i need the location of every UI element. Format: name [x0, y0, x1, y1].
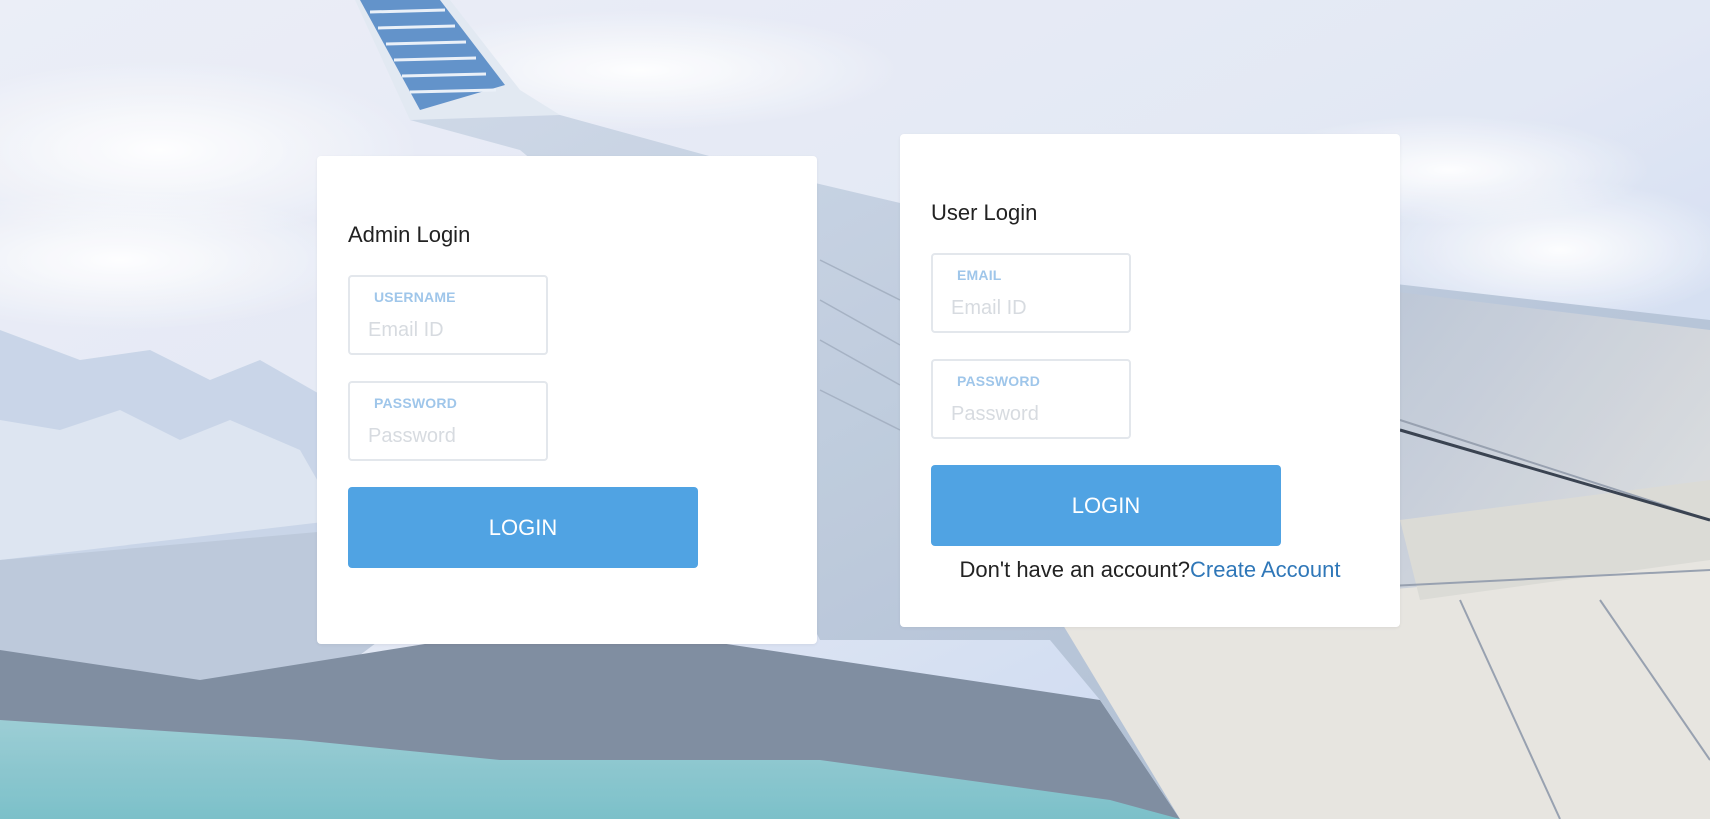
- admin-password-field[interactable]: PASSWORD: [348, 381, 548, 461]
- user-login-button[interactable]: LOGIN: [931, 465, 1281, 546]
- background-image: [0, 0, 1710, 819]
- create-account-link[interactable]: Create Account: [1190, 557, 1340, 582]
- admin-password-label: PASSWORD: [374, 395, 458, 411]
- user-password-field[interactable]: PASSWORD: [931, 359, 1131, 439]
- user-password-label: PASSWORD: [957, 373, 1041, 389]
- admin-username-field[interactable]: USERNAME: [348, 275, 548, 355]
- admin-login-button[interactable]: LOGIN: [348, 487, 698, 568]
- user-login-title: User Login: [931, 200, 1038, 225]
- admin-password-input[interactable]: [368, 421, 538, 451]
- signup-prompt: Don't have an account?Create Account: [900, 557, 1400, 583]
- user-email-field[interactable]: EMAIL: [931, 253, 1131, 333]
- admin-username-input[interactable]: [368, 315, 538, 345]
- user-login-card: User Login EMAIL PASSWORD LOGIN Don't ha…: [900, 134, 1400, 627]
- user-email-input[interactable]: [951, 293, 1121, 323]
- user-email-label: EMAIL: [957, 267, 1002, 283]
- admin-login-card: Admin Login USERNAME PASSWORD LOGIN: [317, 156, 817, 644]
- admin-username-label: USERNAME: [374, 289, 456, 305]
- user-password-input[interactable]: [951, 399, 1121, 429]
- admin-login-title: Admin Login: [348, 222, 471, 247]
- no-account-text: Don't have an account?: [959, 557, 1191, 582]
